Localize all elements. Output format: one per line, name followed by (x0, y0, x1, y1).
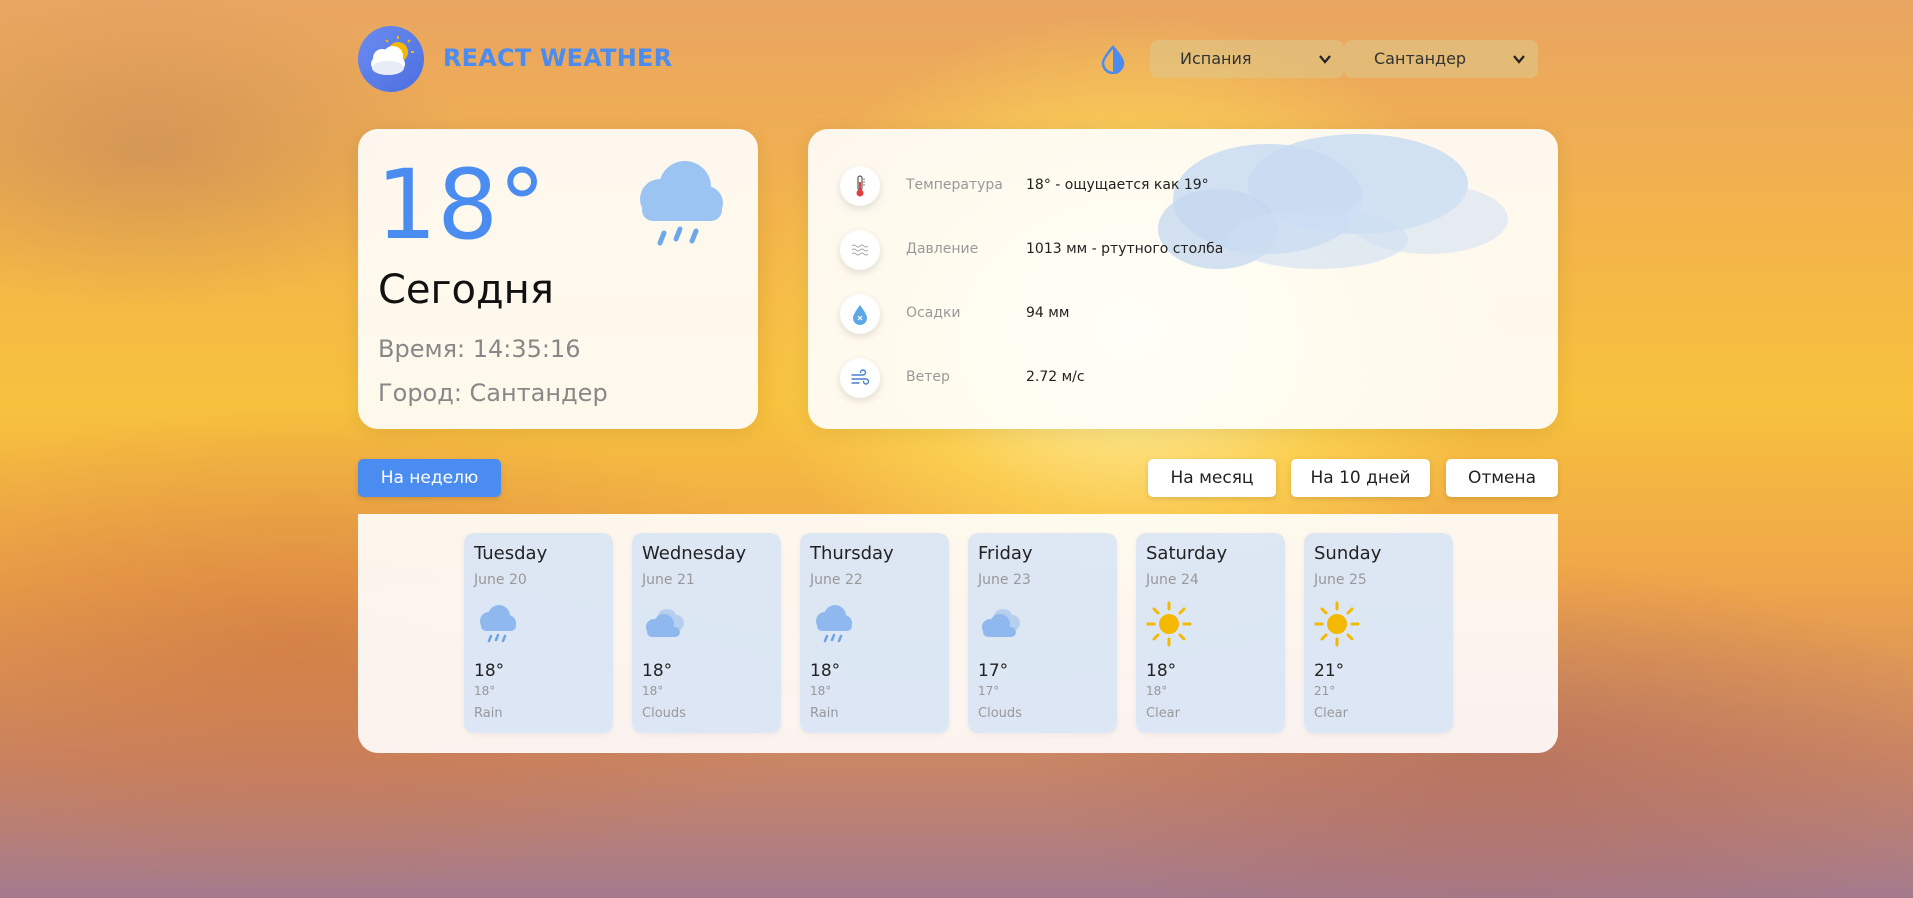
rain-icon (640, 161, 723, 246)
today-card: 18° Сегодня Время: 14:35:16 Город: Санта… (358, 129, 758, 429)
day-date: June 24 (1146, 572, 1199, 588)
cancel-button[interactable]: Отмена (1446, 459, 1558, 497)
weather-details-card: Температура 18° - ощущается как 19° Давл… (808, 129, 1558, 429)
current-temperature: 18° (376, 149, 547, 261)
day-description: Clear (1146, 706, 1180, 721)
day-name: Thursday (810, 543, 894, 564)
day-description: Clouds (642, 706, 686, 721)
day-feels-like: 18° (1146, 684, 1168, 698)
day-name: Wednesday (642, 543, 747, 564)
detail-value: 2.72 м/с (1026, 369, 1085, 385)
detail-label: Ветер (906, 369, 950, 385)
tab-month-button[interactable]: На месяц (1148, 459, 1276, 497)
forecast-day-card[interactable]: Thursday June 22 18° 18° Rain (800, 533, 949, 733)
country-select-value: Испания (1180, 49, 1252, 68)
detail-label: Осадки (906, 305, 961, 321)
detail-label: Давление (906, 241, 979, 257)
day-temperature: 18° (1146, 661, 1177, 681)
day-description: Clear (1314, 706, 1348, 721)
day-description: Rain (810, 706, 839, 721)
day-description: Clouds (978, 706, 1022, 721)
detail-label: Температура (906, 177, 1003, 193)
tab-week-button[interactable]: На неделю (358, 459, 501, 497)
clouds-icon (646, 609, 684, 637)
sun-icon (1314, 601, 1360, 647)
day-name: Tuesday (474, 543, 548, 564)
city-select[interactable]: Сантандер (1344, 40, 1538, 78)
day-date: June 20 (474, 572, 527, 588)
country-select[interactable]: Испания (1150, 40, 1344, 78)
detail-value: 1013 мм - ртутного столба (1026, 241, 1224, 257)
detail-row-wind: Ветер 2.72 м/с (840, 358, 1440, 398)
forecast-day-card[interactable]: Friday June 23 17° 17° Clouds (968, 533, 1117, 733)
forecast-day-card[interactable]: Sunday June 25 21° 21° Clear (1304, 533, 1453, 733)
day-name: Saturday (1146, 543, 1228, 564)
day-temperature: 17° (978, 661, 1009, 681)
day-feels-like: 18° (474, 684, 496, 698)
clouds-icon (982, 609, 1020, 637)
thermometer-icon (840, 166, 880, 206)
forecast-panel: Tuesday June 20 18° 18° Rain Wednesday J… (358, 514, 1558, 753)
chevron-down-icon (1319, 55, 1331, 64)
day-date: June 22 (810, 572, 863, 588)
wind-icon (840, 358, 880, 398)
theme-toggle-drop-icon[interactable] (1098, 44, 1128, 75)
forecast-day-card[interactable]: Saturday June 24 18° 18° Clear (1136, 533, 1285, 733)
day-date: June 25 (1314, 572, 1367, 588)
city-select-value: Сантандер (1374, 49, 1467, 68)
day-feels-like: 18° (810, 684, 832, 698)
forecast-day-card[interactable]: Tuesday June 20 18° 18° Rain (464, 533, 613, 733)
day-name: Sunday (1314, 543, 1382, 564)
day-name: Friday (978, 543, 1033, 564)
logo-cloud-sun-icon (371, 36, 414, 75)
chevron-down-icon (1513, 55, 1525, 64)
day-feels-like: 21° (1314, 684, 1336, 698)
header: REACT WEATHER Испания Сантандер (358, 26, 1558, 92)
pressure-icon (840, 230, 880, 270)
detail-value: 18° - ощущается как 19° (1026, 177, 1209, 193)
rain-icon (480, 605, 516, 643)
detail-row-pressure: Давление 1013 мм - ртутного столба (840, 230, 1440, 270)
app-title: REACT WEATHER (443, 44, 673, 72)
current-time: Время: 14:35:16 (378, 335, 581, 363)
today-title: Сегодня (378, 267, 554, 313)
day-temperature: 18° (642, 661, 673, 681)
day-feels-like: 18° (642, 684, 664, 698)
day-date: June 21 (642, 572, 695, 588)
precipitation-icon (840, 294, 880, 334)
current-city: Город: Сантандер (378, 379, 608, 407)
detail-row-precipitation: Осадки 94 мм (840, 294, 1440, 334)
day-date: June 23 (978, 572, 1031, 588)
day-description: Rain (474, 706, 503, 721)
detail-value: 94 мм (1026, 305, 1070, 321)
detail-row-temperature: Температура 18° - ощущается как 19° (840, 166, 1440, 206)
day-temperature: 21° (1314, 661, 1345, 681)
sun-icon (1146, 601, 1192, 647)
day-temperature: 18° (810, 661, 841, 681)
forecast-day-card[interactable]: Wednesday June 21 18° 18° Clouds (632, 533, 781, 733)
app-logo[interactable] (358, 26, 424, 92)
rain-icon (816, 605, 852, 643)
day-temperature: 18° (474, 661, 505, 681)
tab-ten-days-button[interactable]: На 10 дней (1291, 459, 1430, 497)
day-feels-like: 17° (978, 684, 1000, 698)
